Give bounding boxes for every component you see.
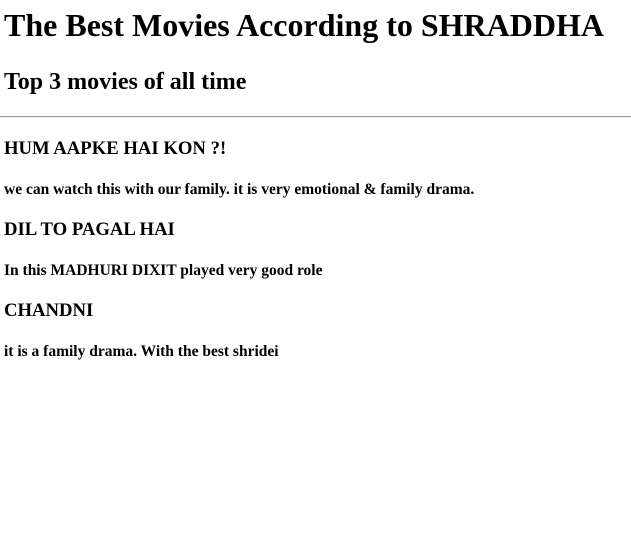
movie-item: CHANDNI it is a family drama. With the b…	[4, 280, 627, 361]
movie-title: HUM AAPKE HAI KON ?!	[4, 138, 227, 159]
page-title: The Best Movies According to SHRADDHA	[4, 7, 604, 43]
movie-title: DIL TO PAGAL HAI	[4, 219, 175, 240]
movie-description: we can watch this with our family. it is…	[4, 181, 475, 198]
movie-description: it is a family drama. With the best shri…	[4, 343, 279, 360]
movie-list: HUM AAPKE HAI KON ?! we can watch this w…	[4, 118, 627, 361]
movie-description: In this MADHURI DIXIT played very good r…	[4, 262, 323, 279]
page-subtitle: Top 3 movies of all time	[4, 69, 247, 95]
movie-item: DIL TO PAGAL HAI In this MADHURI DIXIT p…	[4, 199, 627, 280]
movie-title: CHANDNI	[4, 300, 94, 321]
movie-item: HUM AAPKE HAI KON ?! we can watch this w…	[4, 118, 627, 199]
page-content: The Best Movies According to SHRADDHA To…	[0, 0, 631, 361]
